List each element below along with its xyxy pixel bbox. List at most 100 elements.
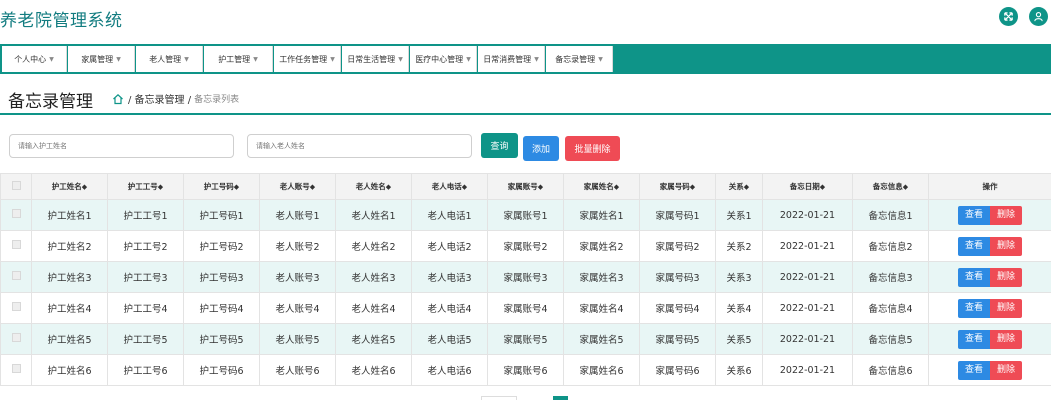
table-cell: 护工工号1 [107,199,184,231]
table-cell: 老人电话3 [411,261,488,293]
table-cell: 护工号码4 [183,292,260,324]
memo-table: 护工姓名◆ 护工工号◆ 护工号码◆ 老人账号◆ 老人姓名◆ 老人电话◆ 家属账号… [0,173,1051,386]
table-cell: 老人电话1 [411,199,488,231]
table-cell: 护工姓名1 [31,199,108,231]
sort-icon[interactable]: ◆ [744,183,749,191]
row-checkbox-cell[interactable] [0,261,32,293]
table-cell: 老人电话6 [411,354,488,386]
column-header[interactable]: 老人姓名◆ [335,173,412,200]
query-button[interactable]: 查询 [481,133,518,158]
table-cell: 家属姓名1 [563,199,640,231]
view-button[interactable]: 查看 [957,236,990,256]
sort-icon[interactable]: ◆ [820,183,825,191]
nav-item-nurse[interactable]: 护工管理 ▼ [204,46,273,72]
row-checkbox-cell[interactable] [0,230,32,262]
page-title: 备忘录管理 [8,92,93,112]
table-cell: 老人姓名6 [335,354,412,386]
header-divider [0,113,1051,115]
row-checkbox-cell[interactable] [0,323,32,355]
table-cell: 关系6 [715,354,763,386]
table-row: 护工姓名4 护工工号4 护工号码4 老人账号4 老人姓名4 老人电话4 家属账号4 家属姓名4… [0,292,1051,324]
pagination-page-box[interactable] [481,396,517,400]
table-cell: 家属号码3 [639,261,716,293]
nav-item-tasks[interactable]: 工作任务管理 ▼ [274,46,341,72]
caret-down-icon: ▼ [116,55,121,63]
table-row: 护工姓名2 护工工号2 护工号码2 老人账号2 老人姓名2 老人电话2 家属账号2 家属姓名2… [0,230,1051,262]
pagination-current-page[interactable] [553,396,568,400]
breadcrumb-parent[interactable]: / 备忘录管理 / [128,91,191,106]
table-cell: 备忘信息2 [852,230,929,262]
table-cell: 家属账号2 [487,230,564,262]
row-checkbox-cell[interactable] [0,199,32,231]
sort-icon[interactable]: ◆ [538,183,543,191]
column-header[interactable]: 老人账号◆ [259,173,336,200]
sort-icon[interactable]: ◆ [903,183,908,191]
row-checkbox[interactable] [11,271,21,280]
user-icon[interactable] [1029,7,1048,26]
row-checkbox[interactable] [11,240,21,249]
column-header[interactable]: 护工号码◆ [183,173,260,200]
row-checkbox[interactable] [11,364,21,373]
home-icon[interactable] [112,93,124,105]
table-cell: 护工姓名2 [31,230,108,262]
delete-button[interactable]: 删除 [990,236,1023,256]
fullscreen-icon[interactable] [999,7,1018,26]
row-checkbox[interactable] [11,302,21,311]
nav-item-elder[interactable]: 老人管理 ▼ [136,46,203,72]
sort-icon[interactable]: ◆ [690,183,695,191]
row-checkbox[interactable] [11,333,21,342]
sort-icon[interactable]: ◆ [82,183,87,191]
sort-icon[interactable]: ◆ [386,183,391,191]
table-cell: 老人账号5 [259,323,336,355]
column-header[interactable]: 家属账号◆ [487,173,564,200]
nav-item-memo[interactable]: 备忘录管理 ▼ [546,46,613,72]
view-button[interactable]: 查看 [957,298,990,318]
column-header[interactable]: 关系◆ [715,173,763,200]
table-cell: 家属姓名5 [563,323,640,355]
row-checkbox-cell[interactable] [0,354,32,386]
column-header[interactable]: 老人电话◆ [411,173,488,200]
table-cell: 家属姓名4 [563,292,640,324]
row-checkbox[interactable] [11,209,21,218]
column-header[interactable]: 护工姓名◆ [31,173,108,200]
select-all-checkbox-cell[interactable] [0,173,32,200]
table-cell: 老人账号2 [259,230,336,262]
select-all-checkbox[interactable] [11,181,21,190]
sort-icon[interactable]: ◆ [462,183,467,191]
add-button[interactable]: 添加 [523,136,559,161]
table-cell: 护工号码6 [183,354,260,386]
sort-icon[interactable]: ◆ [310,183,315,191]
column-header[interactable]: 家属号码◆ [639,173,716,200]
delete-button[interactable]: 删除 [990,329,1023,349]
view-button[interactable]: 查看 [957,329,990,349]
view-button[interactable]: 查看 [957,360,990,380]
table-cell: 老人账号1 [259,199,336,231]
column-header[interactable]: 护工工号◆ [107,173,184,200]
elder-name-search-input[interactable] [247,134,472,158]
sort-icon[interactable]: ◆ [158,183,163,191]
delete-button[interactable]: 删除 [990,360,1023,380]
sort-icon[interactable]: ◆ [614,183,619,191]
app-title: 养老院管理系统 [0,11,123,31]
table-cell: 关系4 [715,292,763,324]
column-header[interactable]: 备忘日期◆ [762,173,853,200]
delete-button[interactable]: 删除 [990,267,1023,287]
caret-down-icon: ▼ [330,55,335,63]
sort-icon[interactable]: ◆ [234,183,239,191]
column-header[interactable]: 备忘信息◆ [852,173,929,200]
row-checkbox-cell[interactable] [0,292,32,324]
batch-delete-button[interactable]: 批量删除 [565,136,620,161]
nurse-name-search-input[interactable] [9,134,234,158]
view-button[interactable]: 查看 [957,267,990,287]
view-button[interactable]: 查看 [957,205,990,225]
delete-button[interactable]: 删除 [990,205,1023,225]
table-cell: 护工姓名5 [31,323,108,355]
column-header[interactable]: 家属姓名◆ [563,173,640,200]
table-cell: 老人账号3 [259,261,336,293]
nav-item-medical[interactable]: 医疗中心管理 ▼ [410,46,477,72]
nav-item-daily-life[interactable]: 日常生活管理 ▼ [342,46,409,72]
nav-item-personal-center[interactable]: 个人中心 ▼ [2,46,67,72]
delete-button[interactable]: 删除 [990,298,1023,318]
nav-item-consumption[interactable]: 日常消费管理 ▼ [478,46,545,72]
nav-item-family[interactable]: 家属管理 ▼ [68,46,135,72]
